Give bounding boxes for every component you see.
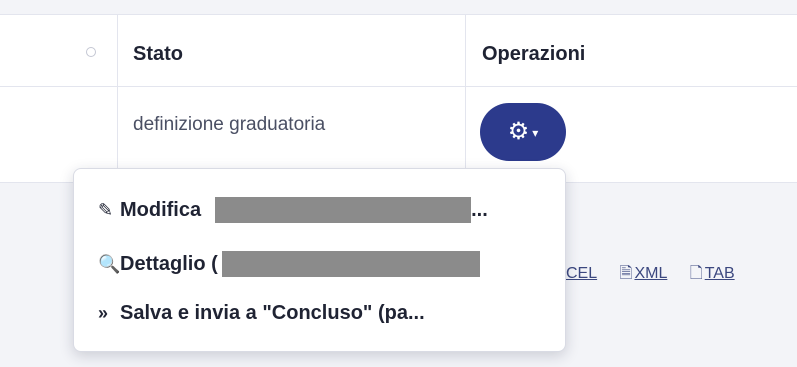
column-divider xyxy=(465,15,466,183)
menu-item-dettaglio[interactable]: 🔍 Dettaglio ( xyxy=(98,251,480,277)
redacted-text xyxy=(221,251,480,277)
export-excel-link[interactable]: CEL xyxy=(566,265,597,282)
xml-file-icon: 🗎 xyxy=(619,265,633,282)
sort-icon[interactable] xyxy=(86,47,96,57)
column-divider xyxy=(117,15,118,183)
column-header-operazioni: Operazioni xyxy=(482,43,586,65)
gear-icon: ⚙ xyxy=(507,118,530,145)
export-links: CEL 🗎 XML 🗋 TAB xyxy=(566,262,753,289)
operations-dropdown-button[interactable]: ⚙ ▾ xyxy=(480,103,566,161)
export-xml-link[interactable]: 🗎 XML xyxy=(620,265,668,282)
redacted-text xyxy=(215,197,472,223)
file-icon: 🗋 xyxy=(689,265,703,282)
table-header-row: Stato Operazioni xyxy=(0,15,797,87)
magnifier-icon: 🔍 xyxy=(98,253,121,274)
operations-dropdown-menu: ✎ Modifica ... 🔍 Dettaglio ( » Salva e i… xyxy=(73,168,566,352)
export-tab-link[interactable]: 🗋 TAB xyxy=(690,265,735,282)
chevron-down-icon: ▾ xyxy=(532,126,539,140)
double-chevron-right-icon: » xyxy=(98,303,109,323)
results-table: Stato Operazioni xyxy=(0,14,797,183)
column-header-stato[interactable]: Stato xyxy=(133,43,183,66)
top-background xyxy=(0,0,797,14)
cell-stato: definizione graduatoria xyxy=(133,114,326,135)
pencil-icon: ✎ xyxy=(98,199,114,220)
menu-item-salva-invia[interactable]: » Salva e invia a "Concluso" (pa... xyxy=(98,302,425,325)
menu-item-modifica[interactable]: ✎ Modifica ... xyxy=(98,197,488,223)
